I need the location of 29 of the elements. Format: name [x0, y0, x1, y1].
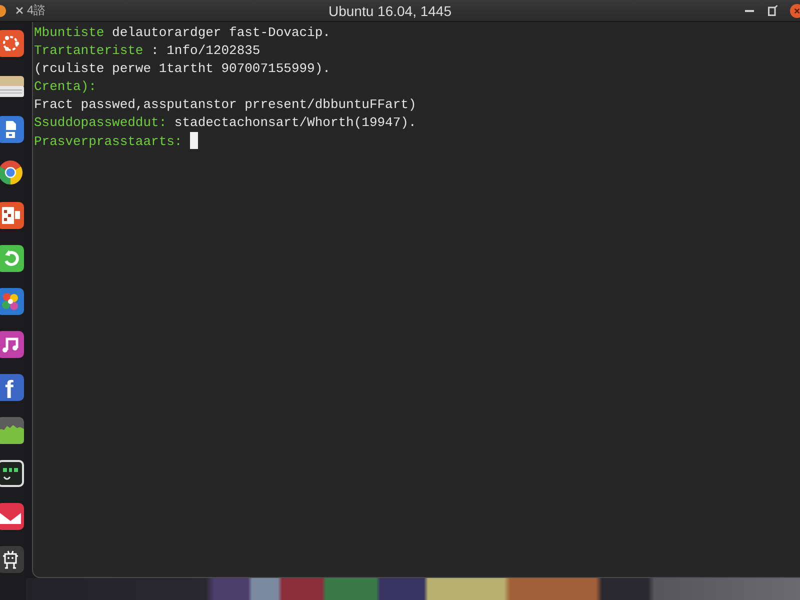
music-note-icon[interactable] — [0, 331, 24, 358]
screen-icon[interactable] — [0, 460, 24, 487]
close-icon[interactable] — [790, 4, 800, 18]
ring-of-dots-icon[interactable] — [0, 30, 24, 57]
letter-tile-button[interactable]: f — [0, 374, 24, 401]
maximize-icon[interactable] — [768, 5, 778, 16]
area-chart-icon[interactable] — [0, 417, 24, 444]
terminal-text: (rculiste perwe 1tartht 907007155999). — [34, 61, 330, 76]
close-icon[interactable] — [16, 7, 23, 14]
terminal-label: Trartanteriste — [34, 43, 144, 58]
circular-arrow-icon[interactable] — [0, 245, 24, 272]
document-icon[interactable] — [0, 116, 24, 143]
terminal-label: Ssuddopassweddut: — [34, 115, 167, 130]
robot-icon[interactable] — [0, 546, 24, 573]
window-title: Ubuntu 16.04, 1445 — [328, 2, 452, 18]
terminal-text: Fract passwed,assputanstor prresent/dbbuntuFFart) — [34, 97, 416, 112]
top-bar-text: 4諮 — [27, 2, 46, 19]
terminal-label: Prasverprasstaarts: — [34, 134, 182, 149]
minimize-icon[interactable] — [745, 10, 754, 12]
drawer-icon[interactable] — [0, 73, 24, 100]
color-wheel-icon[interactable] — [0, 159, 24, 186]
terminal-text: delautorardger fast-Dovacip. — [112, 25, 330, 40]
terminal-text: stadectachonsart/Whorth(19947). — [174, 115, 416, 130]
color-dots-icon[interactable] — [0, 288, 24, 315]
office-document-icon[interactable] — [0, 202, 24, 229]
envelope-icon[interactable] — [0, 503, 24, 530]
terminal-text: : 1nfo/1202835 — [151, 43, 260, 58]
terminal-label: Crenta): — [34, 79, 96, 94]
terminal-label: Mbuntiste — [34, 25, 104, 40]
